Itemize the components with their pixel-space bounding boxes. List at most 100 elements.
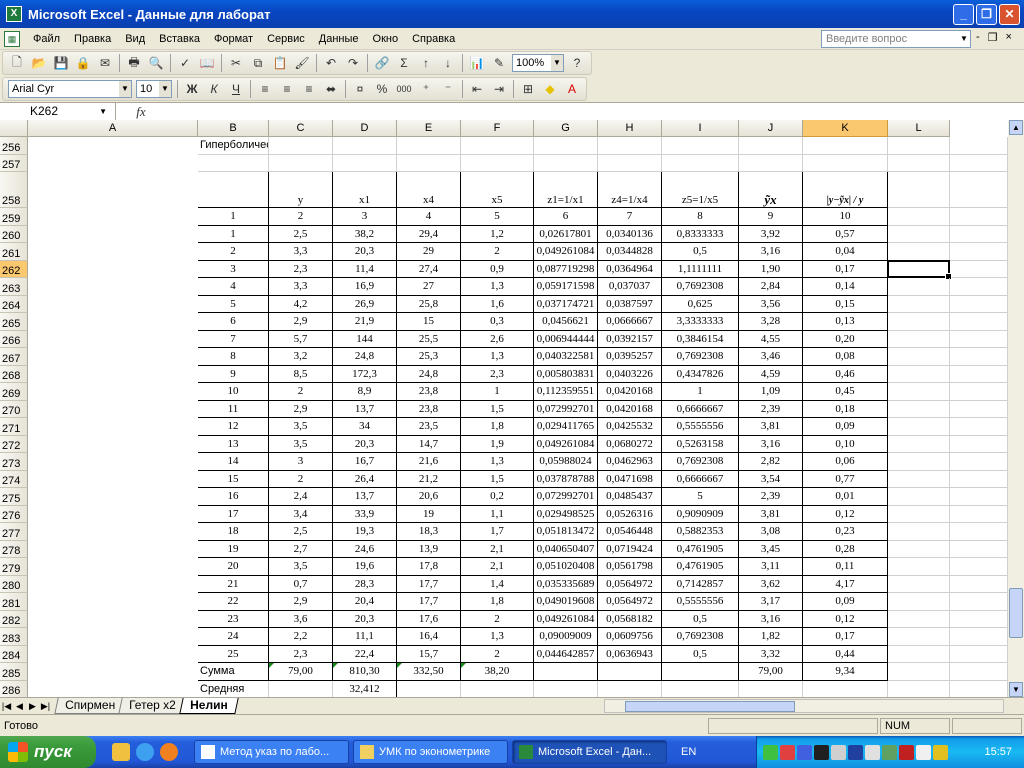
cell-filler[interactable] [950,470,1008,488]
row-header-277[interactable]: 277 [0,523,28,541]
tray-app-icon[interactable] [899,744,914,760]
cell-c264[interactable]: 4,2 [269,295,333,313]
cell-b273[interactable]: 14 [198,453,269,471]
column-header-i[interactable]: I [662,120,739,137]
cell-j276[interactable]: 3,81 [739,505,803,523]
open-icon[interactable]: 📂 [29,53,49,73]
cell-h265[interactable]: 0,0666667 [598,313,662,331]
cell-c270[interactable]: 2,9 [269,400,333,418]
cell-k277[interactable]: 0,23 [803,523,888,541]
cell-filler[interactable] [950,208,1008,226]
cell-i269[interactable]: 1 [662,383,739,401]
cell-j265[interactable]: 3,28 [739,313,803,331]
cell-b284[interactable]: 25 [198,645,269,663]
cell-j259[interactable]: 9 [739,208,803,226]
cell-filler[interactable] [950,575,1008,593]
cell-k275[interactable]: 0,01 [803,488,888,506]
cell-d267[interactable]: 24,8 [333,348,397,366]
cell-k263[interactable]: 0,14 [803,278,888,296]
cell-j286[interactable] [739,680,803,697]
print-icon[interactable]: 🖶 [124,53,144,73]
cell-c267[interactable]: 3,2 [269,348,333,366]
quicklaunch-desktop-icon[interactable] [112,743,130,761]
cell-d279[interactable]: 19,6 [333,558,397,576]
cell-filler[interactable] [950,383,1008,401]
cell-e268[interactable]: 24,8 [397,365,461,383]
cell-e279[interactable]: 17,8 [397,558,461,576]
cell-e264[interactable]: 25,8 [397,295,461,313]
cell-g262[interactable]: 0,087719298 [534,260,598,278]
cell-l282[interactable] [888,610,950,628]
cell-i266[interactable]: 0,3846154 [662,330,739,348]
cell-l275[interactable] [888,488,950,506]
font-color-icon[interactable]: A [562,79,582,99]
cell-b271[interactable]: 12 [198,418,269,436]
cell-k267[interactable]: 0,08 [803,348,888,366]
cell-d281[interactable]: 20,4 [333,593,397,611]
cell-h263[interactable]: 0,037037 [598,278,662,296]
cell-f284[interactable]: 2 [461,645,534,663]
cell-d259[interactable]: 3 [333,208,397,226]
cell-b274[interactable]: 15 [198,470,269,488]
cell-g260[interactable]: 0,02617801 [534,225,598,243]
cell-e270[interactable]: 23,8 [397,400,461,418]
cell-b269[interactable]: 10 [198,383,269,401]
cell-c283[interactable]: 2,2 [269,628,333,646]
cell-d278[interactable]: 24,6 [333,540,397,558]
cell-h279[interactable]: 0,0561798 [598,558,662,576]
cell-e265[interactable]: 15 [397,313,461,331]
menu-help[interactable]: Справка [405,33,462,45]
vertical-scroll-thumb[interactable] [1009,588,1023,638]
tray-app-icon[interactable] [814,744,829,760]
cell-d262[interactable]: 11,4 [333,260,397,278]
cell-e260[interactable]: 29,4 [397,225,461,243]
cell-d265[interactable]: 21,9 [333,313,397,331]
cell-l271[interactable] [888,418,950,436]
cell-k268[interactable]: 0,46 [803,365,888,383]
cell-g283[interactable]: 0,09009009 [534,628,598,646]
menu-window[interactable]: Окно [366,33,406,45]
cell-l278[interactable] [888,540,950,558]
cell-j270[interactable]: 2,39 [739,400,803,418]
cell-g275[interactable]: 0,072992701 [534,488,598,506]
row-header-266[interactable]: 266 [0,330,28,348]
font-size-select[interactable]: 10 ▼ [136,80,172,98]
cell-filler[interactable] [950,330,1008,348]
row-header-257[interactable]: 257 [0,154,28,172]
cell-h269[interactable]: 0,0420168 [598,383,662,401]
cell-j272[interactable]: 3,16 [739,435,803,453]
cell-c262[interactable]: 2,3 [269,260,333,278]
cell-j283[interactable]: 1,82 [739,628,803,646]
cell-d275[interactable]: 13,7 [333,488,397,506]
menu-view[interactable]: Вид [118,33,152,45]
vertical-scrollbar[interactable]: ▲ ▼ [1008,120,1024,697]
workbook-close-button[interactable]: × [1006,31,1012,44]
cell-k285[interactable]: 9,34 [803,663,888,681]
cell-filler[interactable] [950,505,1008,523]
cell-k281[interactable]: 0,09 [803,593,888,611]
cell-filler[interactable] [950,137,1008,155]
cell-l272[interactable] [888,435,950,453]
row-header-276[interactable]: 276 [0,505,28,523]
minimize-button[interactable]: _ [953,3,974,25]
cell-d284[interactable]: 22,4 [333,645,397,663]
cell-l283[interactable] [888,628,950,646]
cell-b279[interactable]: 20 [198,558,269,576]
cell-f256[interactable] [461,137,534,155]
row-header-263[interactable]: 263 [0,278,28,296]
cell-k282[interactable]: 0,12 [803,610,888,628]
column-header-b[interactable]: B [198,120,269,137]
cell-b257[interactable] [198,154,269,172]
row-header-270[interactable]: 270 [0,400,28,418]
cell-f283[interactable]: 1,3 [461,628,534,646]
cell-h274[interactable]: 0,0471698 [598,470,662,488]
cell-l276[interactable] [888,505,950,523]
cell-l281[interactable] [888,593,950,611]
row-header-281[interactable]: 281 [0,593,28,611]
undo-icon[interactable]: ↶ [321,53,341,73]
cell-g257[interactable] [534,154,598,172]
cell-b260[interactable]: 1 [198,225,269,243]
cell-h270[interactable]: 0,0420168 [598,400,662,418]
chevron-down-icon[interactable]: ▼ [159,81,171,97]
column-header-f[interactable]: F [461,120,534,137]
